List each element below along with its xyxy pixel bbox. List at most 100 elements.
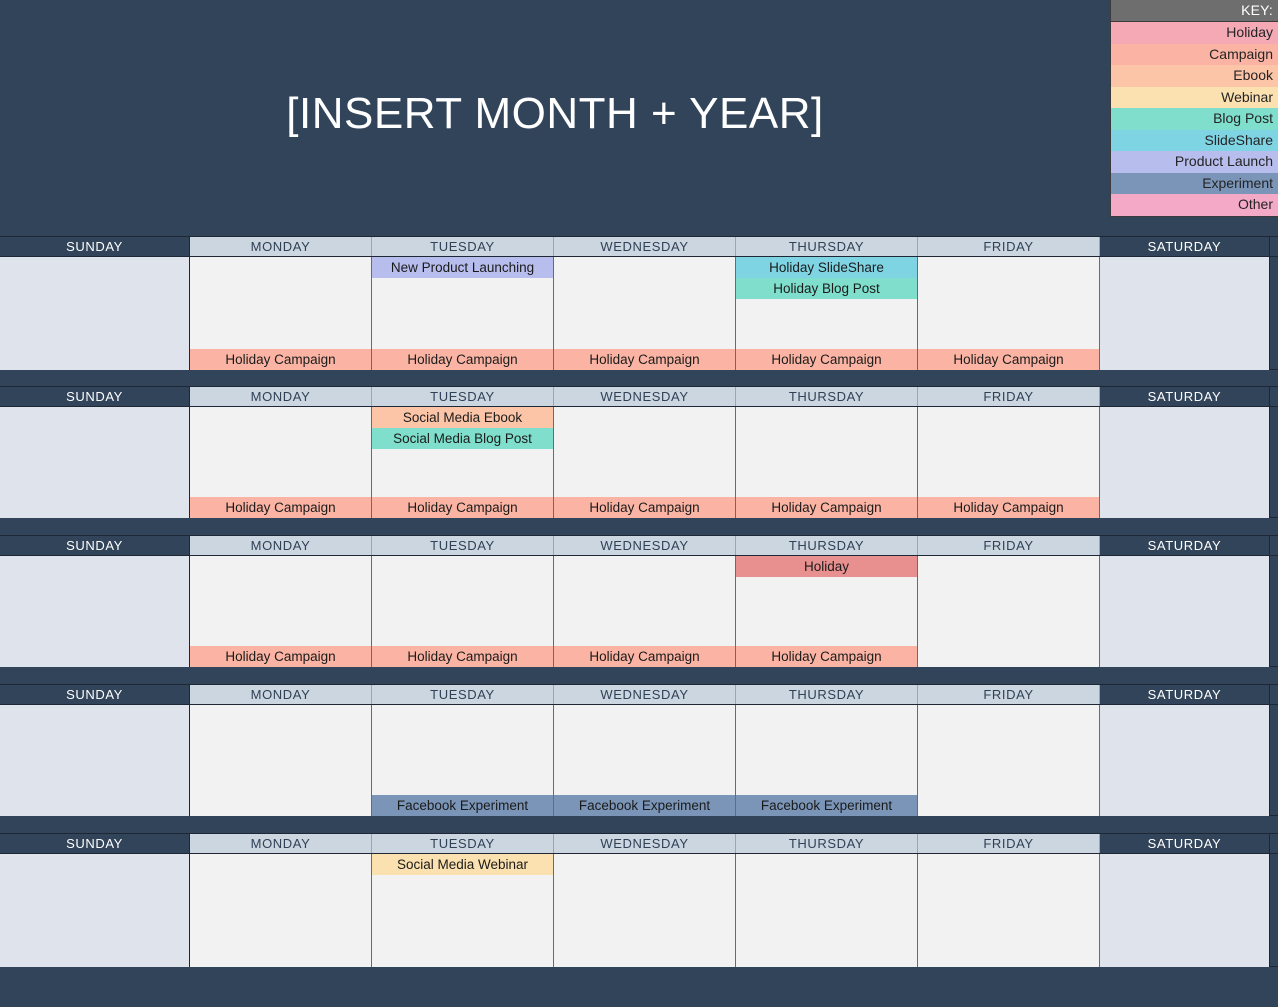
day-cell-sunday-w1[interactable] xyxy=(0,257,190,370)
day-cell-tuesday-w1[interactable]: New Product Launching Holiday Campaign xyxy=(372,257,554,370)
event-holiday-campaign[interactable]: Holiday Campaign xyxy=(372,349,553,370)
event-holiday-blog-post[interactable]: Holiday Blog Post xyxy=(736,278,917,299)
day-cell-saturday-w2[interactable] xyxy=(1100,407,1270,518)
day-cell-content: Holiday Campaign xyxy=(918,407,1099,518)
event-holiday-campaign[interactable]: Holiday Campaign xyxy=(736,497,917,518)
day-cell-spacer xyxy=(1100,257,1269,370)
week-row-3: Holiday Campaign Holiday Campaign Holiday … xyxy=(0,556,1278,667)
day-cell-monday-w3[interactable]: Holiday Campaign xyxy=(190,556,372,667)
day-header-monday: MONDAY xyxy=(190,536,372,555)
legend-item-product-launch: Product Launch xyxy=(1111,151,1278,173)
event-holiday-campaign[interactable]: Holiday Campaign xyxy=(918,497,1099,518)
event-holiday-campaign[interactable]: Holiday Campaign xyxy=(918,349,1099,370)
day-cell-spacer xyxy=(190,556,371,646)
event-holiday-campaign[interactable]: Holiday Campaign xyxy=(554,497,735,518)
content-calendar-page: [INSERT MONTH + YEAR] KEY: Holiday Campai… xyxy=(0,0,1278,1007)
day-cell-content xyxy=(0,854,189,967)
event-holiday-campaign[interactable]: Holiday Campaign xyxy=(190,349,371,370)
day-header-sunday: SUNDAY xyxy=(0,387,190,406)
day-cell-saturday-w3[interactable] xyxy=(1100,556,1270,667)
day-cell-sunday-w3[interactable] xyxy=(0,556,190,667)
day-header-thursday: THURSDAY xyxy=(736,237,918,256)
day-cell-content xyxy=(918,556,1099,667)
day-cell-tuesday-w2[interactable]: Social Media Ebook Social Media Blog Post… xyxy=(372,407,554,518)
day-cell-content xyxy=(1100,556,1269,667)
day-header-row-4: SUNDAY MONDAY TUESDAY WEDNESDAY THURSDAY FRID… xyxy=(0,684,1278,705)
day-header-monday: MONDAY xyxy=(190,834,372,853)
event-holiday-campaign[interactable]: Holiday Campaign xyxy=(736,646,917,667)
day-cell-content xyxy=(918,705,1099,816)
day-header-thursday: THURSDAY xyxy=(736,536,918,555)
day-cell-content xyxy=(190,854,371,967)
legend-rows: Holiday Campaign Ebook Webinar Blog Post Slid… xyxy=(1111,22,1278,216)
day-header-friday: FRIDAY xyxy=(918,685,1100,704)
day-cell-content xyxy=(0,705,189,816)
event-facebook-experiment[interactable]: Facebook Experiment xyxy=(372,795,553,816)
event-holiday-campaign[interactable]: Holiday Campaign xyxy=(190,646,371,667)
day-header-row-2: SUNDAY MONDAY TUESDAY WEDNESDAY THURSDAY FRID… xyxy=(0,386,1278,407)
day-cell-content xyxy=(1100,257,1269,370)
event-holiday-campaign[interactable]: Holiday Campaign xyxy=(554,646,735,667)
day-cell-content xyxy=(1100,407,1269,518)
day-cell-content xyxy=(0,257,189,370)
day-cell-wednesday-w4[interactable]: Facebook Experiment xyxy=(554,705,736,816)
day-cell-tuesday-w3[interactable]: Holiday Campaign xyxy=(372,556,554,667)
day-cell-thursday-w4[interactable]: Facebook Experiment xyxy=(736,705,918,816)
day-cell-friday-w2[interactable]: Holiday Campaign xyxy=(918,407,1100,518)
day-cell-thursday-w1[interactable]: Holiday SlideShare Holiday Blog Post Holid… xyxy=(736,257,918,370)
legend-item-experiment: Experiment xyxy=(1111,172,1278,194)
day-cell-spacer xyxy=(918,407,1099,497)
day-cell-content: Social Media Ebook Social Media Blog Post… xyxy=(372,407,553,518)
event-new-product-launching[interactable]: New Product Launching xyxy=(372,257,553,278)
day-cell-spacer xyxy=(918,705,1099,816)
day-cell-spacer xyxy=(918,556,1099,667)
day-cell-friday-w1[interactable]: Holiday Campaign xyxy=(918,257,1100,370)
day-header-saturday: SATURDAY xyxy=(1100,237,1270,256)
event-holiday-slideshare[interactable]: Holiday SlideShare xyxy=(736,257,917,278)
day-cell-wednesday-w5[interactable] xyxy=(554,854,736,967)
event-holiday-campaign[interactable]: Holiday Campaign xyxy=(372,646,553,667)
day-header-sunday: SUNDAY xyxy=(0,834,190,853)
day-cell-monday-w5[interactable] xyxy=(190,854,372,967)
day-cell-content xyxy=(1100,854,1269,967)
day-cell-monday-w4[interactable] xyxy=(190,705,372,816)
week-separator-band-5 xyxy=(0,967,1278,1007)
day-header-thursday: THURSDAY xyxy=(736,834,918,853)
day-cell-monday-w1[interactable]: Holiday Campaign xyxy=(190,257,372,370)
event-social-media-blog-post[interactable]: Social Media Blog Post xyxy=(372,428,553,449)
day-cell-thursday-w2[interactable]: Holiday Campaign xyxy=(736,407,918,518)
day-cell-friday-w4[interactable] xyxy=(918,705,1100,816)
event-holiday-campaign[interactable]: Holiday Campaign xyxy=(190,497,371,518)
day-cell-tuesday-w4[interactable]: Facebook Experiment xyxy=(372,705,554,816)
day-cell-sunday-w2[interactable] xyxy=(0,407,190,518)
day-cell-spacer xyxy=(190,257,371,349)
event-holiday-campaign[interactable]: Holiday Campaign xyxy=(554,349,735,370)
day-cell-saturday-w1[interactable] xyxy=(1100,257,1270,370)
event-facebook-experiment[interactable]: Facebook Experiment xyxy=(736,795,917,816)
day-cell-spacer xyxy=(372,278,553,349)
day-cell-sunday-w5[interactable] xyxy=(0,854,190,967)
day-cell-tuesday-w5[interactable]: Social Media Webinar xyxy=(372,854,554,967)
day-cell-wednesday-w3[interactable]: Holiday Campaign xyxy=(554,556,736,667)
day-cell-friday-w5[interactable] xyxy=(918,854,1100,967)
event-social-media-ebook[interactable]: Social Media Ebook xyxy=(372,407,553,428)
event-holiday[interactable]: Holiday xyxy=(736,556,917,577)
day-cell-thursday-w5[interactable] xyxy=(736,854,918,967)
day-cell-sunday-w4[interactable] xyxy=(0,705,190,816)
day-header-thursday: THURSDAY xyxy=(736,387,918,406)
day-cell-saturday-w4[interactable] xyxy=(1100,705,1270,816)
day-header-row-5: SUNDAY MONDAY TUESDAY WEDNESDAY THURSDAY FRID… xyxy=(0,833,1278,854)
day-cell-spacer xyxy=(554,257,735,349)
day-cell-saturday-w5[interactable] xyxy=(1100,854,1270,967)
day-cell-wednesday-w2[interactable]: Holiday Campaign xyxy=(554,407,736,518)
event-social-media-webinar[interactable]: Social Media Webinar xyxy=(372,854,553,875)
day-cell-spacer xyxy=(0,705,189,816)
day-cell-friday-w3[interactable] xyxy=(918,556,1100,667)
day-cell-wednesday-w1[interactable]: Holiday Campaign xyxy=(554,257,736,370)
event-holiday-campaign[interactable]: Holiday Campaign xyxy=(372,497,553,518)
legend-item-holiday: Holiday xyxy=(1111,22,1278,44)
event-holiday-campaign[interactable]: Holiday Campaign xyxy=(736,349,917,370)
day-cell-thursday-w3[interactable]: Holiday Holiday Campaign xyxy=(736,556,918,667)
event-facebook-experiment[interactable]: Facebook Experiment xyxy=(554,795,735,816)
day-cell-monday-w2[interactable]: Holiday Campaign xyxy=(190,407,372,518)
